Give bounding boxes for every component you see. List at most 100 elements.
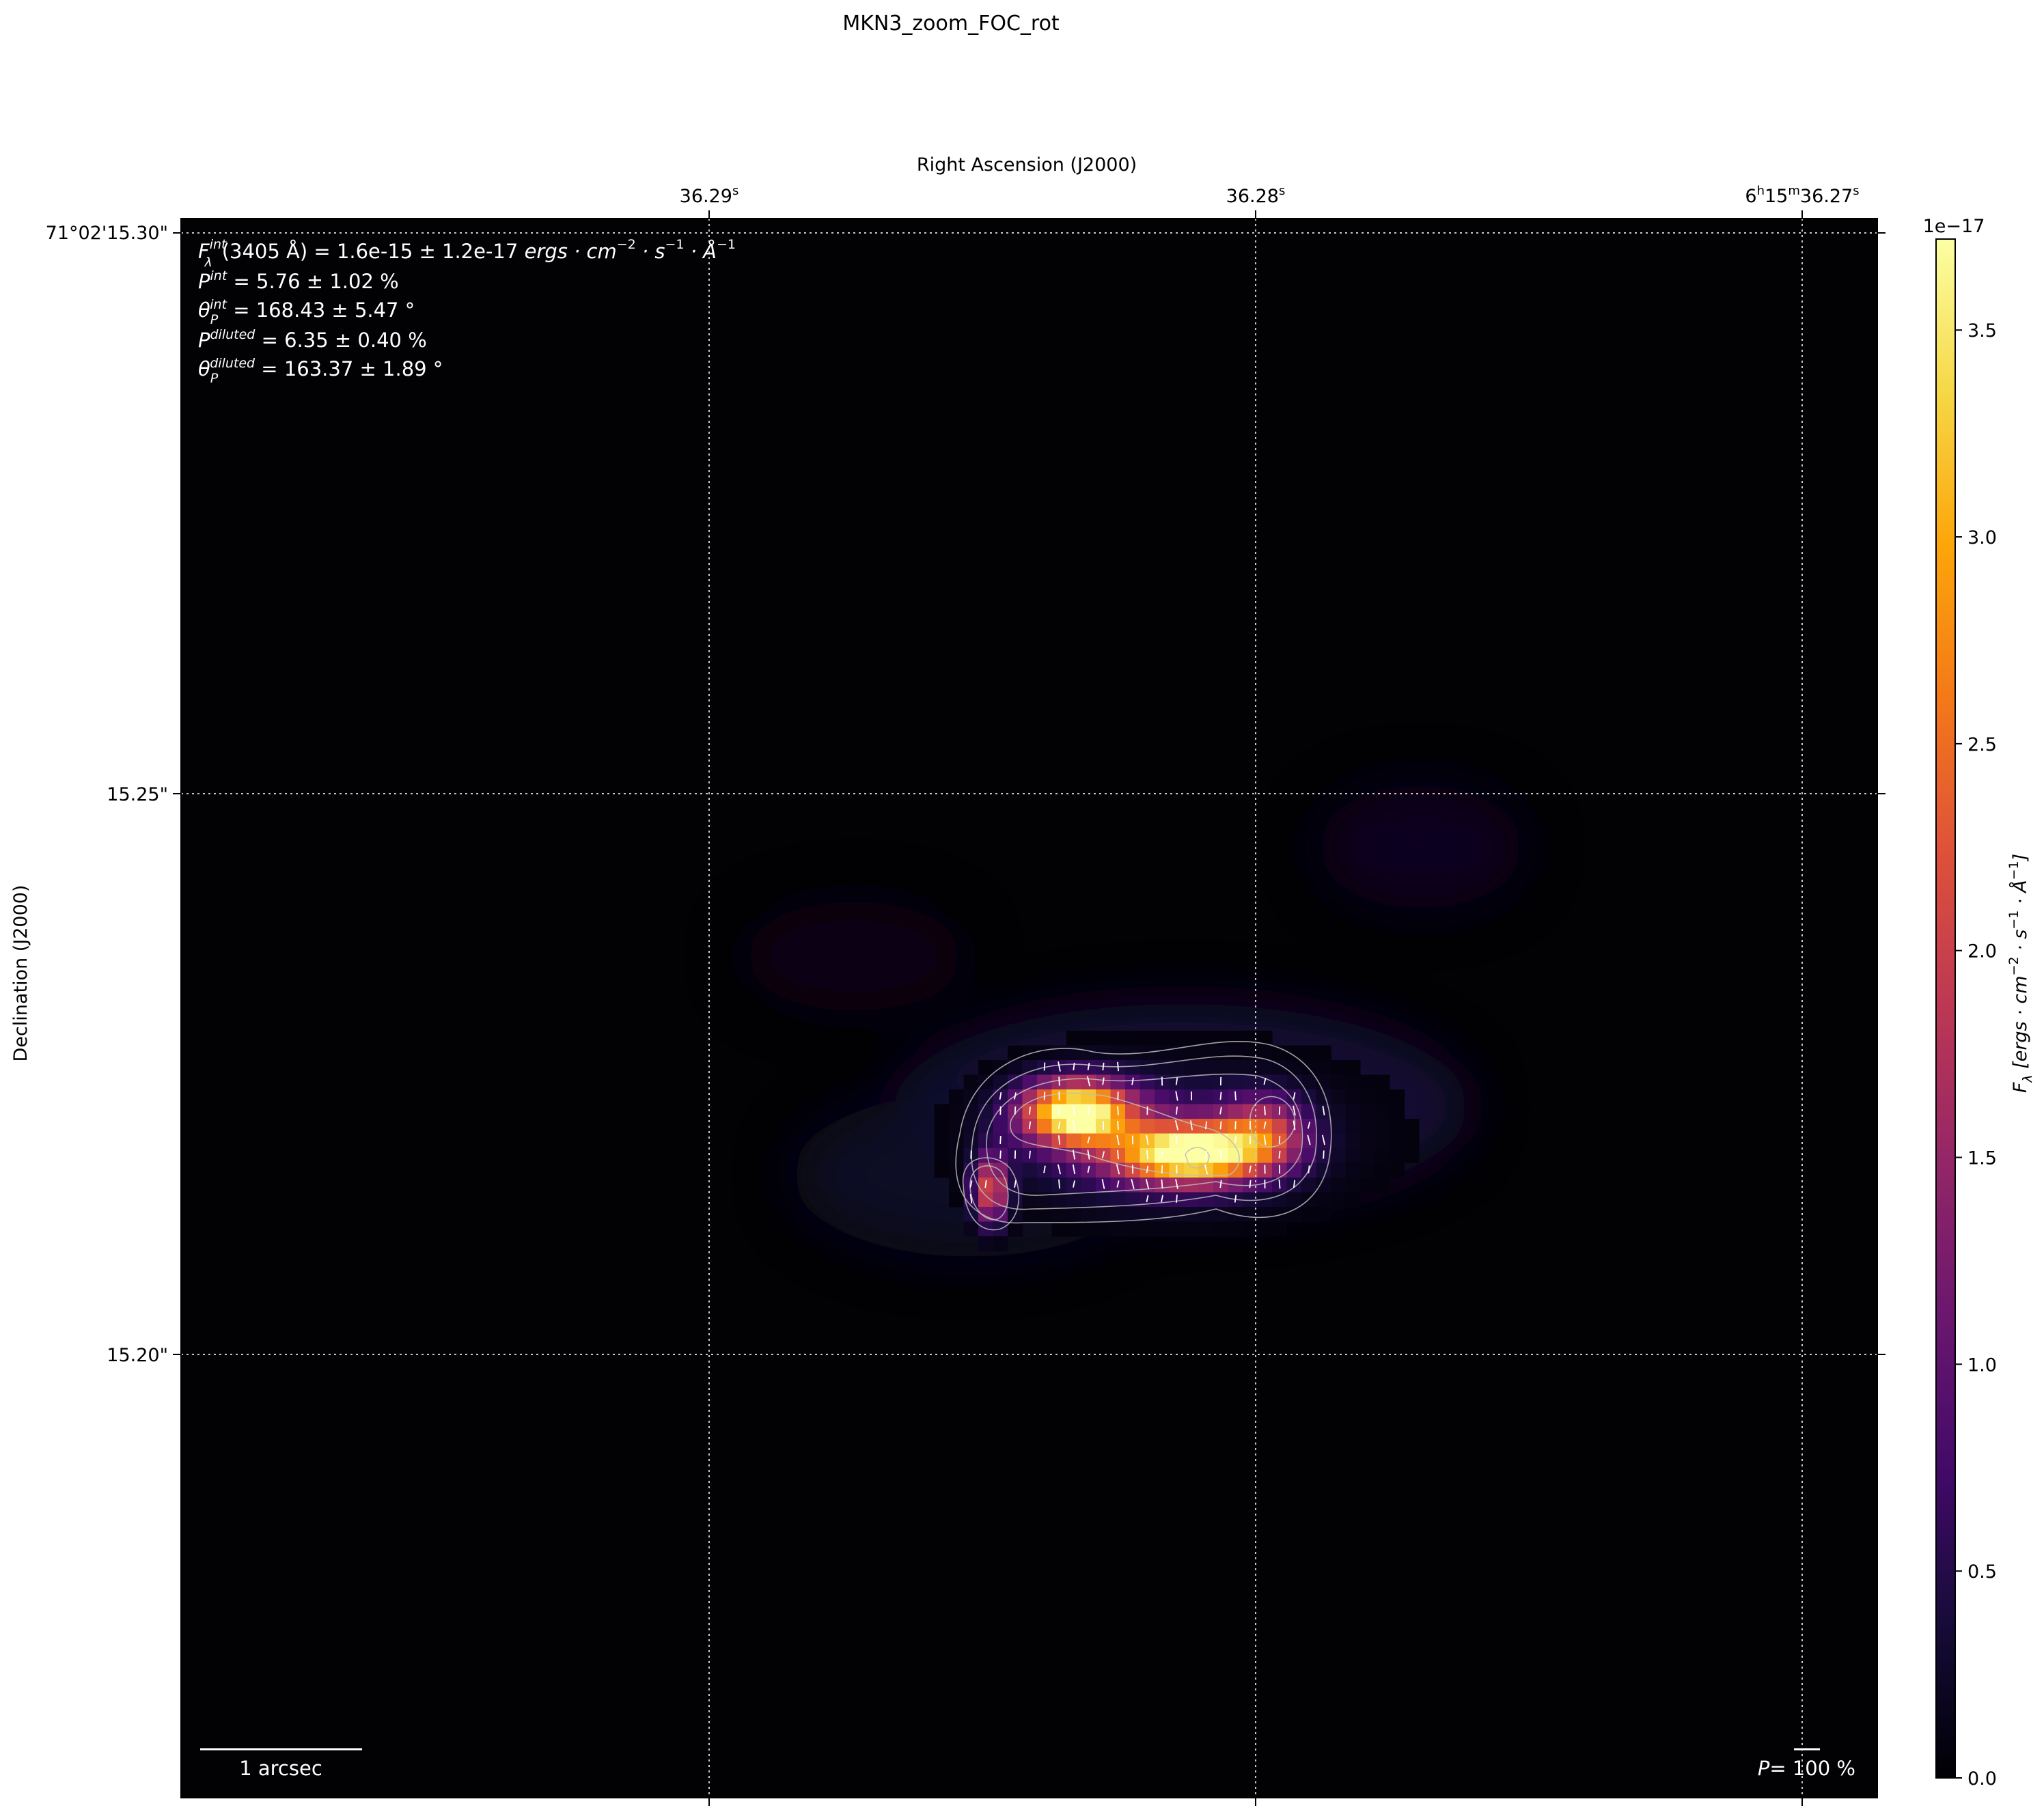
heatmap-pixel <box>1110 1221 1126 1237</box>
heatmap-pixel <box>1360 1119 1376 1134</box>
heatmap-pixel <box>1066 1074 1082 1090</box>
heatmap-pixel <box>1140 1031 1155 1046</box>
heatmap-pixel <box>1155 1089 1170 1105</box>
heatmap-pixel <box>1037 1148 1053 1164</box>
heatmap-pixel <box>1081 1031 1096 1046</box>
heatmap-pixel <box>1198 1089 1214 1105</box>
heatmap-pixel <box>1184 1221 1200 1237</box>
heatmap-pixel <box>978 1148 994 1164</box>
heatmap-pixel <box>1081 1045 1096 1061</box>
heatmap-pixel <box>1243 1192 1258 1208</box>
heatmap-pixel <box>1155 1045 1170 1061</box>
heatmap-pixel <box>1066 1045 1082 1061</box>
heatmap-pixel <box>1155 1207 1170 1223</box>
colorbar <box>1935 238 1956 1779</box>
heatmap-pixel <box>1331 1162 1346 1178</box>
heatmap-pixel <box>1257 1060 1273 1076</box>
polarization-vector <box>1219 1121 1222 1130</box>
chart-title: MKN3_zoom_FOC_rot <box>842 12 1060 36</box>
colorbar-tick-label: 1.0 <box>1967 1354 1997 1376</box>
colorbar-ticks: 0.0 0.5 1.0 1.5 2.0 2.5 3.0 3.5 <box>1955 320 1997 1790</box>
heatmap-pixel <box>1301 1207 1317 1223</box>
heatmap-pixel <box>1331 1192 1346 1208</box>
heatmap-pixel <box>934 1148 950 1164</box>
heatmap-pixel <box>1375 1148 1390 1164</box>
heatmap-pixel <box>1022 1045 1038 1061</box>
polarization-vector <box>1058 1076 1060 1086</box>
heatmap-pixel <box>1390 1133 1405 1149</box>
heatmap-pixel <box>1125 1104 1141 1119</box>
heatmap-pixel <box>1228 1045 1243 1061</box>
heatmap-pixel <box>1243 1045 1258 1061</box>
x-tick-label: 36.28s <box>1226 184 1286 207</box>
heatmap-pixel <box>1331 1178 1346 1193</box>
polarization-vector <box>1176 1135 1178 1145</box>
heatmap-pixel <box>1257 1207 1273 1223</box>
heatmap-pixel <box>1198 1074 1214 1090</box>
heatmap-pixel <box>1198 1221 1214 1237</box>
heatmap-pixel <box>1345 1074 1361 1090</box>
heatmap-pixel <box>1184 1045 1200 1061</box>
y-tick-label: 71°02'15.30" <box>46 223 168 244</box>
heatmap-pixel <box>1051 1045 1067 1061</box>
heatmap-pixel <box>1331 1133 1346 1149</box>
heatmap-pixel <box>1198 1104 1214 1119</box>
heatmap-pixel <box>1022 1060 1038 1076</box>
heatmap-pixel <box>1345 1178 1361 1193</box>
heatmap-pixel <box>1066 1089 1082 1105</box>
heatmap-pixel <box>1316 1119 1331 1134</box>
heatmap-pixel <box>978 1119 994 1134</box>
heatmap-pixel <box>1390 1089 1405 1105</box>
y-axis-label: Declination (J2000) <box>10 885 31 1062</box>
heatmap-pixel <box>1213 1045 1229 1061</box>
heatmap-pixel <box>1198 1178 1214 1193</box>
heatmap-pixel <box>1081 1221 1096 1237</box>
heatmap-pixel <box>1228 1221 1243 1237</box>
heatmap-pixel <box>1375 1133 1390 1149</box>
heatmap-pixel <box>1213 1031 1229 1046</box>
heatmap-pixel <box>1051 1207 1067 1223</box>
heatmap-pixel <box>1184 1133 1200 1149</box>
heatmap-pixel <box>978 1060 994 1076</box>
heatmap-pixel <box>1081 1178 1096 1193</box>
heatmap-pixel <box>949 1178 965 1193</box>
heatmap-pixel <box>1184 1104 1200 1119</box>
heatmap-pixel <box>1051 1221 1067 1237</box>
heatmap-pixel <box>1110 1207 1126 1223</box>
heatmap-pixel <box>963 1221 979 1237</box>
p-int-annotation: Pint = 5.76 ± 1.02 % <box>198 268 399 293</box>
heatmap-pixel <box>1140 1074 1155 1090</box>
heatmap-pixel <box>1375 1162 1390 1178</box>
heatmap-pixel <box>1301 1060 1317 1076</box>
heatmap-pixel <box>1390 1162 1405 1178</box>
figure: MKN3_zoom_FOC_rot Right Ascension (J2000… <box>10 12 2035 1806</box>
heatmap-pixel <box>1213 1133 1229 1149</box>
heatmap-pixel <box>1081 1119 1096 1134</box>
heatmap-pixel <box>949 1133 965 1149</box>
heatmap-pixel <box>1081 1192 1096 1208</box>
heatmap-pixel <box>1316 1060 1331 1076</box>
heatmap-pixel <box>1345 1089 1361 1105</box>
colorbar-offset-text: 1e−17 <box>1923 216 1985 237</box>
heatmap-pixel <box>1243 1221 1258 1237</box>
heatmap-pixel <box>1096 1031 1111 1046</box>
heatmap-pixel <box>1331 1089 1346 1105</box>
heatmap-pixel <box>1155 1119 1170 1134</box>
heatmap-pixel <box>1345 1162 1361 1178</box>
heatmap-pixel <box>1008 1221 1023 1237</box>
heatmap-pixel <box>1257 1221 1273 1237</box>
heatmap-pixel <box>1228 1104 1243 1119</box>
heatmap-pixel <box>1345 1104 1361 1119</box>
heatmap-pixel <box>1331 1074 1346 1090</box>
heatmap-pixel <box>1096 1192 1111 1208</box>
heatmap-pixel <box>1169 1221 1185 1237</box>
heatmap-pixel <box>1316 1162 1331 1178</box>
heatmap-pixel <box>1331 1119 1346 1134</box>
heatmap-pixel <box>1008 1162 1023 1178</box>
heatmap-pixel <box>1125 1031 1141 1046</box>
colorbar-tick-label: 2.0 <box>1967 941 1997 962</box>
heatmap-pixel <box>934 1162 950 1178</box>
heatmap-pixel <box>1331 1104 1346 1119</box>
heatmap-pixel <box>1213 1221 1229 1237</box>
heatmap-pixel <box>1022 1133 1038 1149</box>
